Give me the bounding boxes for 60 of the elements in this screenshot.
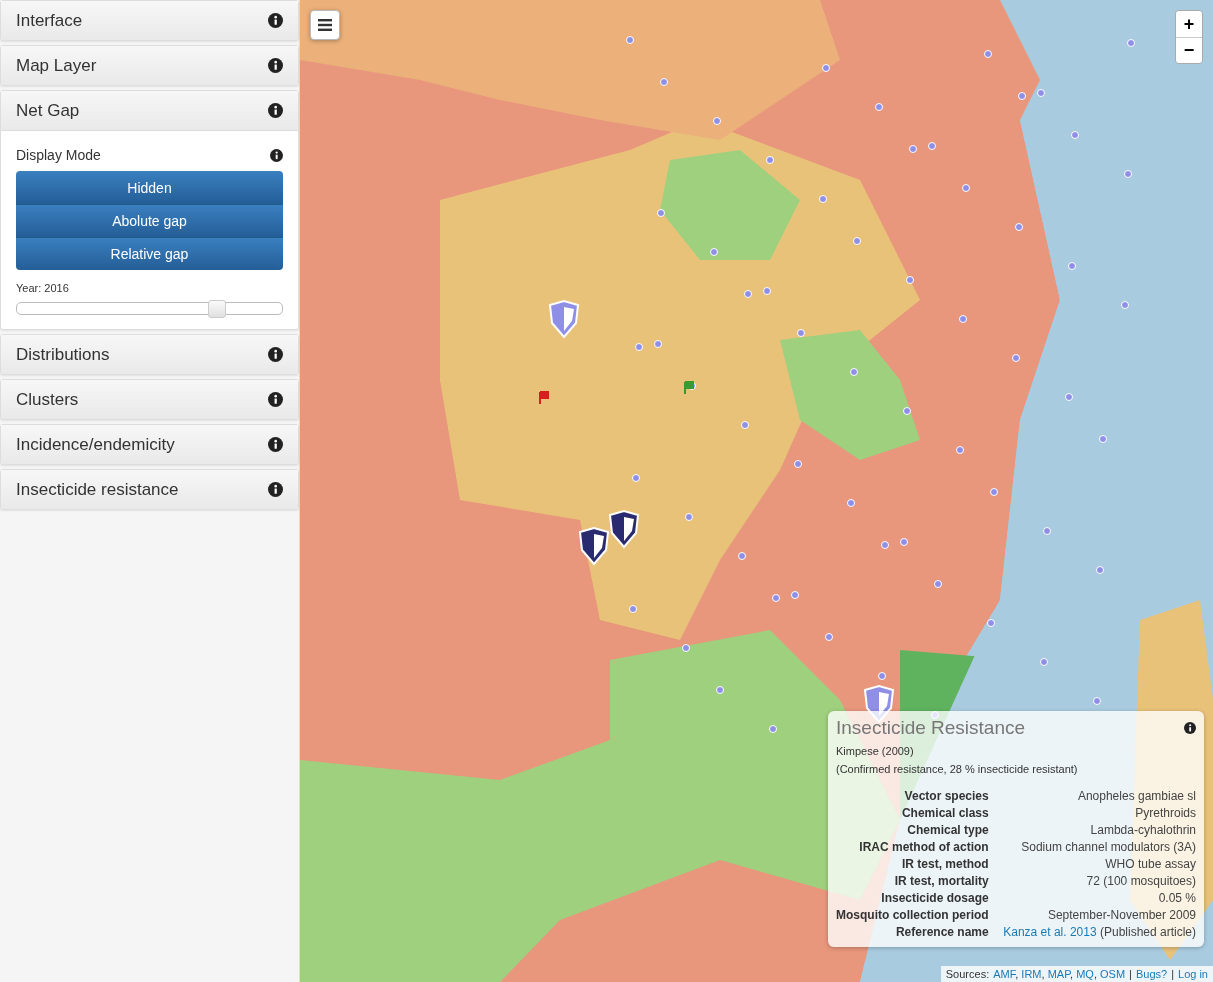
zoom-in-button[interactable]: + bbox=[1176, 11, 1202, 37]
mode-button[interactable]: Relative gap bbox=[16, 237, 283, 270]
field-value: Sodium channel modulators (3A) bbox=[1020, 840, 1196, 854]
year-label: Year: 2016 bbox=[16, 282, 70, 294]
source-link[interactable]: MAP bbox=[1047, 968, 1071, 980]
info-icon[interactable] bbox=[270, 148, 283, 162]
popup-title: Insecticide Resistance bbox=[836, 717, 1026, 739]
field-label: IR test, method bbox=[901, 857, 989, 871]
reference-link[interactable]: Kanza et al. 2013 bbox=[1003, 925, 1097, 939]
field-value: WHO tube assay bbox=[1104, 857, 1196, 871]
field-label: Insecticide dosage bbox=[880, 891, 989, 905]
info-icon[interactable] bbox=[268, 13, 283, 28]
footer-link[interactable]: Bugs? bbox=[1135, 968, 1168, 980]
year-slider[interactable] bbox=[16, 302, 283, 315]
reference-value: Kanza et al. 2013 (Published article) bbox=[1002, 925, 1196, 939]
divider-text: | bbox=[1171, 968, 1174, 980]
field-label: Vector species bbox=[903, 789, 989, 803]
slider-thumb[interactable] bbox=[207, 300, 226, 318]
source-link[interactable]: MQ bbox=[1076, 968, 1094, 980]
field-label: Chemical type bbox=[906, 823, 989, 837]
menu-icon bbox=[318, 19, 332, 31]
field-label: IRAC method of action bbox=[858, 840, 989, 854]
sources-label: Sources: bbox=[945, 968, 990, 980]
panel-header[interactable]: Distributions bbox=[1, 335, 298, 374]
source-link[interactable]: IRM bbox=[1021, 968, 1042, 980]
field-value: September-November 2009 bbox=[1046, 908, 1196, 922]
zoom-out-button[interactable]: − bbox=[1176, 37, 1202, 63]
site-name: Kimpese (2009) bbox=[836, 745, 915, 757]
footer-link[interactable]: Log in bbox=[1178, 968, 1208, 980]
field-value: Lambda-cyhalothrin bbox=[1089, 823, 1196, 837]
field-value: 0.05 % bbox=[1157, 891, 1196, 905]
display-mode-label: Display Mode bbox=[16, 147, 101, 163]
menu-button[interactable] bbox=[310, 10, 340, 40]
field-label: Reference name bbox=[894, 925, 989, 939]
sources-links: AMF, IRM, MAP, MQ, OSM bbox=[993, 968, 1126, 980]
source-link[interactable]: AMF bbox=[993, 968, 1016, 980]
panel-header[interactable]: Net Gap bbox=[1, 91, 298, 131]
info-icon[interactable] bbox=[268, 103, 283, 118]
info-icon[interactable] bbox=[268, 347, 283, 362]
panel-header[interactable]: Interface bbox=[1, 1, 298, 40]
field-label: Mosquito collection period bbox=[836, 908, 989, 922]
field-value: Pyrethroids bbox=[1134, 806, 1196, 820]
source-link[interactable]: OSM bbox=[1100, 968, 1126, 980]
field-label: IR test, mortality bbox=[893, 874, 989, 888]
info-icon[interactable] bbox=[268, 58, 283, 73]
panel-header[interactable]: Incidence/endemicity bbox=[1, 425, 298, 464]
divider-text: | bbox=[1129, 968, 1132, 980]
field-label: Chemical class bbox=[900, 806, 989, 820]
mode-button[interactable]: Abolute gap bbox=[16, 204, 283, 237]
panel-header[interactable]: Clusters bbox=[1, 380, 298, 419]
info-icon[interactable] bbox=[268, 482, 283, 497]
field-value: 72 (100 mosquitoes) bbox=[1085, 874, 1196, 888]
info-icon[interactable] bbox=[268, 392, 283, 407]
panel-header[interactable]: Map Layer bbox=[1, 46, 298, 85]
resistance-summary: (Confirmed resistance, 28 % insecticide resistant) bbox=[836, 763, 1079, 775]
mode-button[interactable]: Hidden bbox=[16, 171, 283, 204]
field-value: Anopheles gambiae sl bbox=[1076, 789, 1196, 803]
info-icon[interactable] bbox=[1184, 722, 1196, 734]
info-icon[interactable] bbox=[268, 437, 283, 452]
panel-header[interactable]: Insecticide resistance bbox=[1, 470, 298, 509]
